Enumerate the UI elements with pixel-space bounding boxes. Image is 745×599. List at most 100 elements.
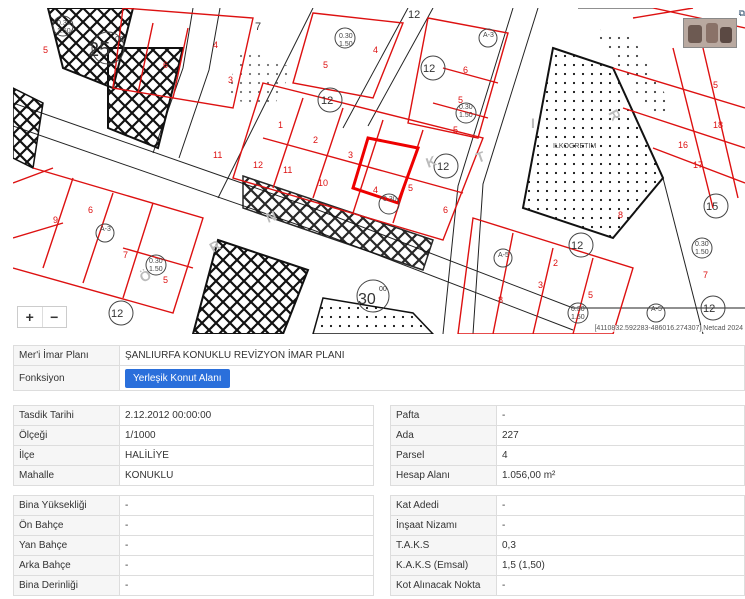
svg-text:18: 18 [713, 120, 723, 130]
info-value: 227 [496, 425, 745, 446]
svg-text:A-3: A-3 [483, 32, 494, 39]
building-info-right: Kat Adedi - İnşaat Nizamı - T.A.K.S 0,3 K.A.K.… [390, 495, 745, 596]
svg-text:7: 7 [255, 21, 261, 33]
info-value: - [496, 405, 745, 426]
svg-text:3: 3 [348, 150, 353, 160]
svg-text:12: 12 [408, 9, 420, 21]
svg-text:1.50: 1.50 [695, 249, 709, 256]
info-row: Bina Derinliği - [13, 575, 374, 596]
info-row: Arka Bahçe - [13, 555, 374, 576]
info-label: Bina Derinliği [13, 575, 120, 596]
info-label: Pafta [390, 405, 497, 426]
svg-text:15: 15 [706, 201, 718, 213]
svg-text:8: 8 [618, 210, 623, 220]
info-label: Arka Bahçe [13, 555, 120, 576]
svg-text:6: 6 [463, 65, 468, 75]
function-button[interactable]: Yerleşik Konut Alanı [125, 368, 230, 388]
svg-text:11: 11 [283, 165, 292, 175]
svg-text:0.30: 0.30 [57, 20, 71, 27]
svg-text:5: 5 [588, 290, 593, 300]
svg-text:7: 7 [123, 250, 128, 260]
info-value: 1,5 (1,50) [496, 555, 745, 576]
parcel-info-left: Tasdik Tarihi 2.12.2012 00:00:00 Ölçeği 1/1… [13, 405, 374, 486]
info-row: Kat Adedi - [390, 495, 745, 516]
info-value: - [119, 575, 374, 596]
info-value: 2.12.2012 00:00:00 [119, 405, 374, 426]
svg-text:A-3: A-3 [100, 226, 111, 233]
building-info-left: Bina Yüksekliği - Ön Bahçe - Yan Bahçe - Arka … [13, 495, 374, 596]
info-row: Tasdik Tarihi 2.12.2012 00:00:00 [13, 405, 374, 426]
info-value: - [119, 495, 374, 516]
svg-text:1.50: 1.50 [571, 314, 585, 321]
svg-text:4: 4 [373, 45, 378, 55]
svg-text:2: 2 [553, 258, 558, 268]
info-label: İnşaat Nizamı [390, 515, 497, 536]
svg-text:12: 12 [571, 240, 583, 252]
svg-text:I: I [531, 115, 535, 131]
svg-text:1.50: 1.50 [57, 28, 71, 35]
info-row: Bina Yüksekliği - [13, 495, 374, 516]
info-value: - [119, 515, 374, 536]
coordinate-readout: [4110832.592283-486016.274307] Netcad 20… [592, 325, 745, 332]
plan-label: Mer'i İmar Planı [13, 345, 120, 366]
plan-value: ŞANLIURFA KONUKLU REVİZYON İMAR PLANI [119, 345, 745, 366]
svg-text:12: 12 [423, 63, 435, 75]
info-value: - [119, 555, 374, 576]
svg-text:16: 16 [678, 140, 688, 150]
info-row: İlçe HALİLİYE [13, 445, 374, 466]
info-value: KONUKLU [119, 465, 374, 486]
svg-text:12: 12 [703, 303, 715, 315]
info-label: Bina Yüksekliği [13, 495, 120, 516]
info-row: Pafta - [390, 405, 745, 426]
info-row: İnşaat Nizamı - [390, 515, 745, 536]
info-row: Ada 227 [390, 425, 745, 446]
info-label: Hesap Alanı [390, 465, 497, 486]
info-label: K.A.K.S (Emsal) [390, 555, 497, 576]
info-label: Mahalle [13, 465, 120, 486]
svg-text:12: 12 [253, 160, 263, 170]
svg-text:17: 17 [693, 160, 703, 170]
svg-text:1.50: 1.50 [339, 41, 353, 48]
info-value: 4 [496, 445, 745, 466]
info-value: - [119, 535, 374, 556]
svg-text:9: 9 [53, 215, 58, 225]
svg-text:5: 5 [323, 60, 328, 70]
zoom-control: + − [17, 306, 67, 328]
svg-text:A-5: A-5 [651, 306, 662, 313]
info-value: - [496, 515, 745, 536]
info-label: Ölçeği [13, 425, 120, 446]
info-row: T.A.K.S 0,3 [390, 535, 745, 556]
info-row: Ölçeği 1/1000 [13, 425, 374, 446]
svg-text:12: 12 [437, 161, 449, 173]
svg-text:1.50: 1.50 [459, 112, 473, 119]
svg-text:5: 5 [163, 275, 168, 285]
svg-text:30: 30 [358, 291, 376, 308]
zoom-out-button[interactable]: − [43, 307, 67, 327]
info-row: K.A.K.S (Emsal) 1,5 (1,50) [390, 555, 745, 576]
svg-text:0.30: 0.30 [383, 196, 397, 203]
svg-text:8: 8 [498, 295, 503, 305]
info-label: Yan Bahçe [13, 535, 120, 556]
info-value: HALİLİYE [119, 445, 374, 466]
info-label: Kot Alınacak Nokta [390, 575, 497, 596]
svg-text:5: 5 [453, 125, 458, 135]
info-label: T.A.K.S [390, 535, 497, 556]
info-row: Yan Bahçe - [13, 535, 374, 556]
parcel-info-right: Pafta - Ada 227 Parsel 4 Hesap Alanı 1.056,00 m… [390, 405, 745, 486]
info-label: İlçe [13, 445, 120, 466]
user-thumbnail[interactable] [683, 18, 737, 48]
svg-text:5: 5 [43, 45, 48, 55]
info-value: 0,3 [496, 535, 745, 556]
layers-icon[interactable]: ⧉ [739, 8, 745, 19]
svg-text:4: 4 [373, 185, 378, 195]
svg-text:0.30: 0.30 [695, 241, 709, 248]
svg-text:0.30: 0.30 [571, 306, 585, 313]
svg-text:1.50: 1.50 [149, 266, 163, 273]
info-row: Parsel 4 [390, 445, 745, 466]
map-view[interactable]: 11 12 11 10 4 5 623 167 593 852 655 456 4 3 16… [13, 8, 745, 334]
info-value: - [496, 495, 745, 516]
svg-text:00: 00 [115, 35, 124, 44]
zoom-in-button[interactable]: + [18, 307, 43, 327]
svg-text:3: 3 [228, 75, 233, 85]
svg-text:3: 3 [538, 280, 543, 290]
